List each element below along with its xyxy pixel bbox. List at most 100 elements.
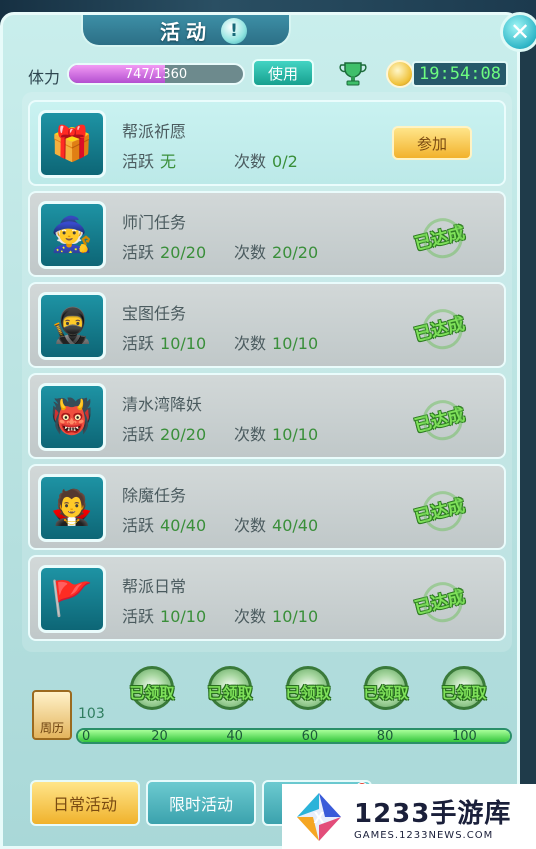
completed-badge: 已达成 [404,483,473,535]
activity-row[interactable]: 🧛 除魔任务活跃 40/40 次数 40/40 已达成 [28,464,506,550]
activity-name: 宝图任务 [122,304,187,323]
window-title: 活动 [81,15,291,47]
watermark-title: 1233手游库 [354,798,512,829]
activity-avatar-glyph: 👹 [50,397,94,437]
activity-row[interactable]: 🥷 宝图任务 活跃 10/10 次数 10/10 已达成 [28,282,506,368]
progress-tick: 0 [82,729,91,744]
watermark: X 1233手游库 GAMES.1233NEWS.COM [282,784,536,849]
active-label: 活跃 [122,607,155,626]
active-value: 20/20 [160,425,207,444]
activity-avatar-icon: 👹 [38,383,106,451]
activity-stats: 活跃 40/40 次数 40/40 [122,512,318,536]
activity-stats: 活跃 20/20 次数 10/10 [122,421,318,445]
trophy-icon[interactable] [338,58,368,88]
watermark-url: GAMES.1233NEWS.COM [354,829,494,841]
tab-limited[interactable]: 限时活动 [146,780,256,826]
join-button[interactable]: 参加 [392,126,472,160]
activity-avatar-icon: 🚩 [38,565,106,633]
count-label: 次数 [234,516,267,535]
reward-status: 已领取 [129,684,175,702]
count-value: 20/20 [272,243,319,262]
count-value: 40/40 [272,516,319,535]
active-label: 活跃 [122,516,155,535]
activity-row[interactable]: 🚩 帮派日常活跃 10/10 次数 10/10 已达成 [28,555,506,641]
activity-row[interactable]: 👹 清水湾降妖 活跃 20/20 次数 10/10 已达成 [28,373,506,459]
activity-name: 帮派日常 [122,577,187,596]
activity-avatar-glyph: 🎁 [50,124,94,164]
count-label: 次数 [234,607,267,626]
reward-status: 已领取 [207,684,253,702]
activity-name: 帮派祈愿 [122,122,187,141]
activity-avatar-glyph: 🥷 [50,306,94,346]
activity-avatar-glyph: 🚩 [50,579,94,619]
activity-name: 师门任务 [122,213,187,232]
activity-avatar-glyph: 🧛 [50,488,94,528]
active-value: 无 [160,152,177,171]
activity-name: 除魔任务 [122,486,187,505]
window-title-text: 活动 [160,19,212,44]
weekly-reward[interactable]: 已领取 [354,666,418,718]
active-label: 活跃 [122,425,155,444]
activity-row[interactable]: 🎁 帮派祈愿活跃无 次数 0/2 参加 [28,100,506,186]
count-label: 次数 [234,152,267,171]
count-value: 10/10 [272,425,319,444]
weekly-reward[interactable]: 已领取 [120,666,184,718]
tab-daily[interactable]: 日常活动 [30,780,140,826]
active-value: 20/20 [160,243,207,262]
activity-avatar-icon: 🧛 [38,474,106,542]
reward-status: 已领取 [285,684,331,702]
activity-stats: 活跃 10/10 次数 10/10 [122,603,318,627]
activity-avatar-icon: 🥷 [38,292,106,360]
count-group: 次数 10/10 [234,603,318,627]
activity-avatar-icon: 🎁 [38,110,106,178]
count-group: 次数 20/20 [234,239,318,263]
weekly-score: 103 [78,706,105,722]
active-value: 40/40 [160,516,207,535]
count-group: 次数 10/10 [234,330,318,354]
activity-name: 清水湾降妖 [122,395,203,414]
count-group: 次数 10/10 [234,421,318,445]
svg-text:X: X [314,810,325,827]
activity-list[interactable]: 🎁 帮派祈愿 活跃无次数 0/2 参加 🧙 师门任务 活跃 20/20 次数 20/20 已达成 🥷 宝图… [22,92,512,652]
count-value: 0/2 [272,152,298,171]
weekly-reward[interactable]: 已领取 [198,666,262,718]
progress-tick: 40 [226,729,243,744]
completed-badge: 已达成 [404,210,473,262]
calendar-label: 周历 [39,721,64,735]
calendar-scroll-icon[interactable]: 周历 [32,690,72,740]
count-group: 次数 40/40 [234,512,318,536]
weekly-reward[interactable]: 已领取 [276,666,340,718]
progress-tick: 60 [301,729,319,744]
count-group: 次数 0/2 [234,148,298,172]
count-value: 10/10 [272,607,319,626]
activity-avatar-icon: 🧙 [38,201,106,269]
completed-badge: 已达成 [404,574,473,626]
activity-stats: 活跃 20/20 次数 20/20 [122,239,318,263]
progress-tick: 20 [151,729,168,744]
count-value: 10/10 [272,334,319,353]
activity-row[interactable]: 🧙 师门任务 活跃 20/20 次数 20/20 已达成 [28,191,506,277]
weekly-reward[interactable]: 已领取 [432,666,496,718]
active-label: 活跃 [122,243,155,262]
stamina-label: 体力 [28,68,61,87]
progress-tick: 80 [376,729,394,744]
reward-status: 已领取 [441,684,487,702]
weekly-progress-fill [78,730,510,742]
activity-stats: 活跃 10/10 次数 10/10 [122,330,318,354]
stamina-bar: 747/1360 [67,63,245,85]
use-stamina-button[interactable]: 使用 [252,59,314,87]
close-icon: ✕ [509,18,531,46]
active-label: 活跃 [122,152,155,171]
progress-tick: 100 [452,729,477,744]
active-label: 活跃 [122,334,155,353]
count-label: 次数 [234,425,267,444]
count-label: 次数 [234,334,267,353]
active-value: 10/10 [160,607,207,626]
close-button[interactable]: ✕ [500,12,536,52]
info-icon[interactable]: ! [221,18,247,44]
activity-stats: 活跃无 次数 0/2 [122,148,298,172]
stamina-value: 747/1360 [124,66,188,82]
server-time: 19:54:08 [412,61,508,87]
weekly-progress-bar: 0 20 40 60 80 100 [76,728,512,744]
activity-avatar-glyph: 🧙 [50,215,94,255]
